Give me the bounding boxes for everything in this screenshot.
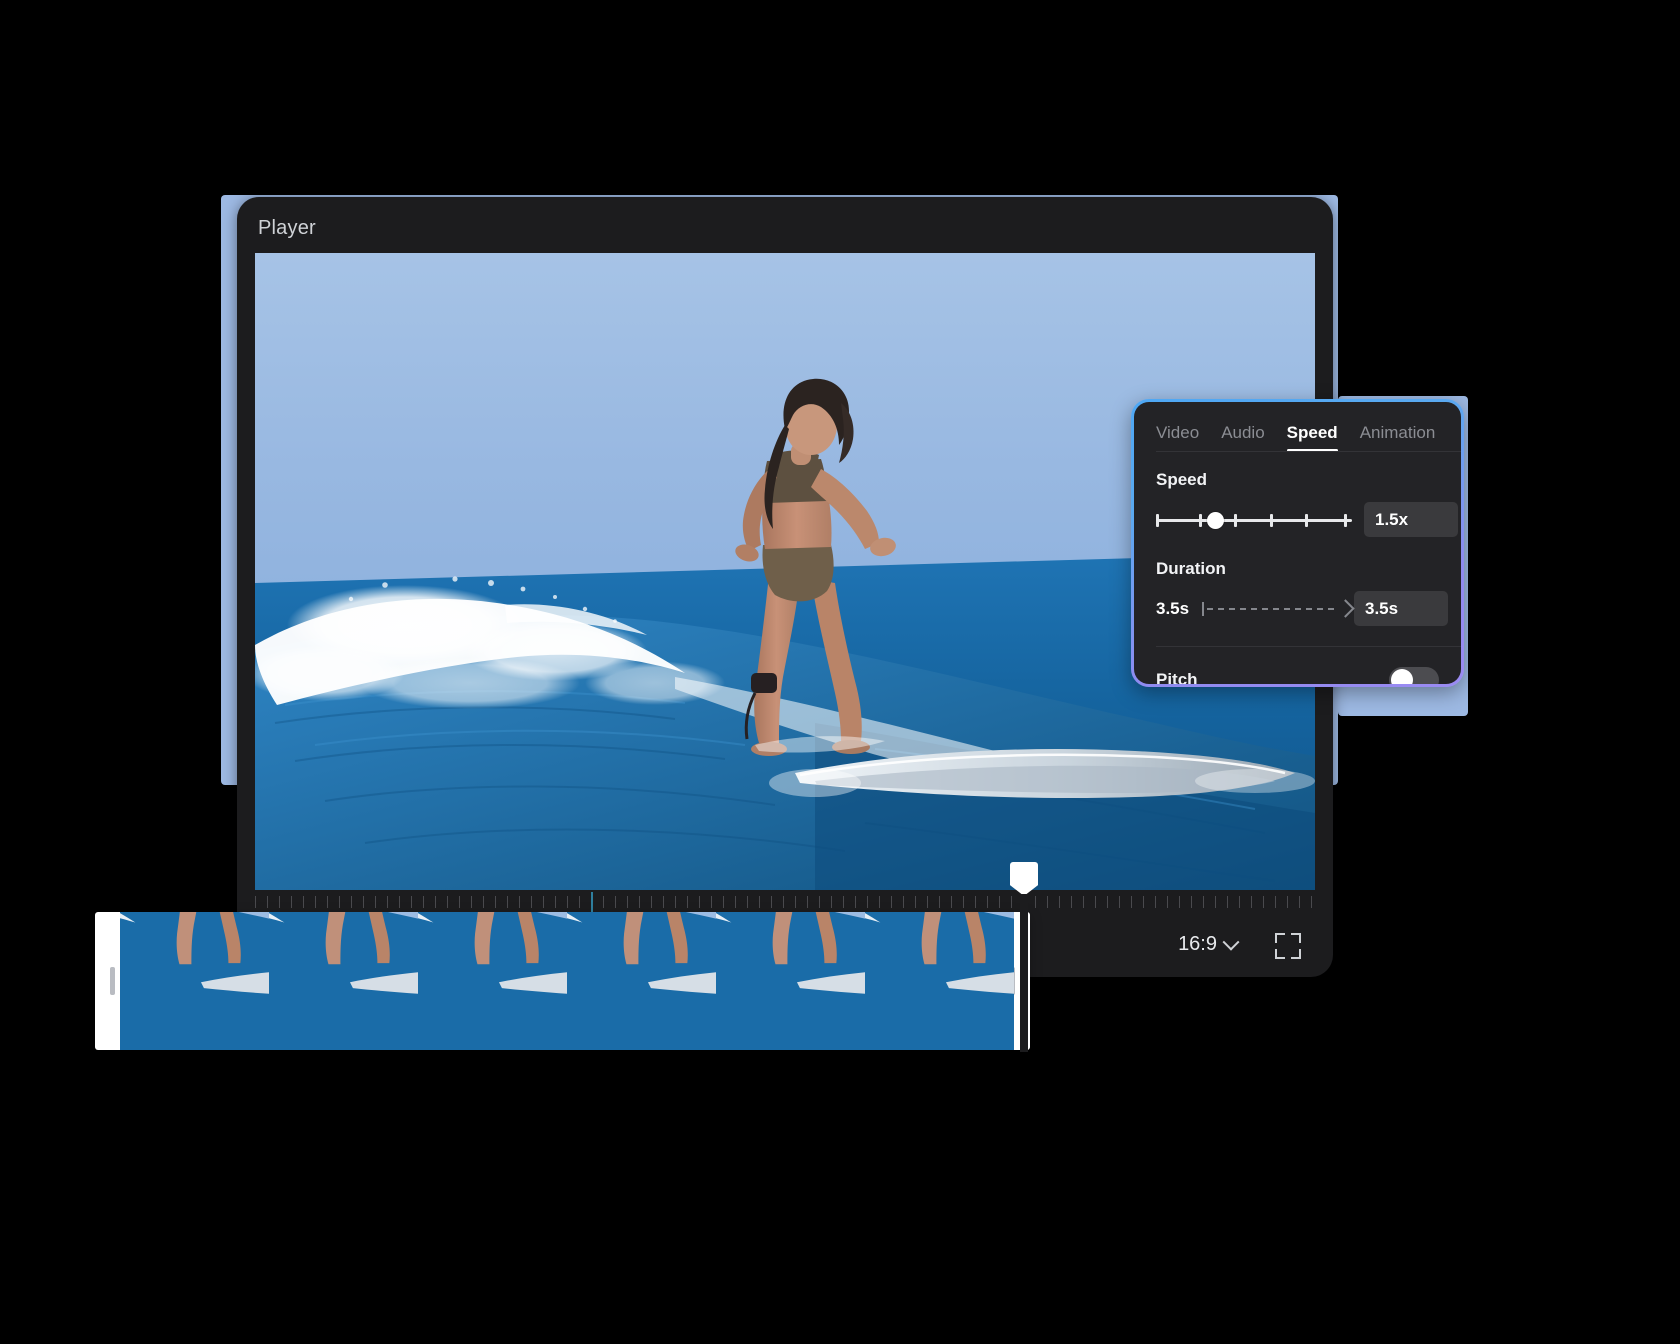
list-item[interactable] bbox=[865, 912, 1014, 1050]
duration-value-field[interactable]: 3.5s bbox=[1354, 591, 1448, 626]
speed-settings-panel: Video Audio Speed Animation Speed 1.5x D… bbox=[1131, 399, 1464, 687]
fullscreen-corner-tl bbox=[1275, 933, 1285, 943]
pitch-toggle[interactable] bbox=[1389, 667, 1439, 684]
playhead-head[interactable] bbox=[1010, 862, 1038, 896]
duration-control-row: 3.5s 3.5s bbox=[1134, 591, 1461, 626]
pitch-control-row: Pitch bbox=[1134, 667, 1461, 684]
chevron-down-icon bbox=[1222, 933, 1240, 951]
tab-audio[interactable]: Audio bbox=[1221, 423, 1264, 452]
list-item[interactable] bbox=[418, 912, 567, 1050]
screenshot-root: Player 16:9 Video Audio Speed Animation … bbox=[0, 0, 1680, 1344]
speed-section-label: Speed bbox=[1156, 470, 1208, 489]
fullscreen-corner-br bbox=[1291, 949, 1301, 959]
duration-section-label: Duration bbox=[1156, 559, 1226, 578]
list-item[interactable] bbox=[269, 912, 418, 1050]
list-item[interactable] bbox=[716, 912, 865, 1050]
ruler-ticks bbox=[255, 896, 1315, 908]
duration-arrow-icon bbox=[1202, 598, 1355, 618]
speed-panel-inner: Video Audio Speed Animation Speed 1.5x D… bbox=[1134, 402, 1461, 684]
tab-video[interactable]: Video bbox=[1156, 423, 1199, 452]
fullscreen-corner-bl bbox=[1275, 949, 1285, 959]
filmstrip-thumbnails bbox=[120, 912, 1015, 1050]
duration-start-value: 3.5s bbox=[1156, 598, 1190, 618]
pitch-label: Pitch bbox=[1156, 670, 1198, 684]
speed-slider-knob[interactable] bbox=[1206, 511, 1224, 529]
speed-control-row: 1.5x bbox=[1134, 502, 1461, 537]
timeline-ruler[interactable] bbox=[255, 890, 1315, 914]
list-item[interactable] bbox=[120, 912, 269, 1050]
tab-animation[interactable]: Animation bbox=[1360, 423, 1436, 452]
page-title: Player bbox=[258, 217, 316, 239]
ruler-playhead[interactable] bbox=[591, 892, 593, 912]
list-item[interactable] bbox=[567, 912, 716, 1050]
speed-slider[interactable] bbox=[1156, 509, 1352, 531]
tab-speed[interactable]: Speed bbox=[1286, 423, 1338, 452]
filmstrip-clip-card[interactable] bbox=[95, 912, 1030, 1050]
speed-slider-ticks bbox=[1156, 513, 1352, 527]
playhead-stem bbox=[1020, 894, 1028, 1052]
aspect-ratio-selector[interactable]: 16:9 bbox=[1178, 933, 1240, 956]
fullscreen-icon[interactable] bbox=[1275, 933, 1301, 959]
speed-value-field[interactable]: 1.5x bbox=[1364, 502, 1458, 537]
timeline-playhead-marker[interactable] bbox=[1010, 862, 1038, 1052]
panel-tab-bar: Video Audio Speed Animation bbox=[1134, 402, 1461, 452]
trim-handle-left[interactable] bbox=[110, 967, 115, 995]
fullscreen-corner-tr bbox=[1291, 933, 1301, 943]
panel-divider bbox=[1156, 646, 1461, 647]
pitch-toggle-knob bbox=[1391, 669, 1413, 684]
aspect-ratio-value: 16:9 bbox=[1178, 933, 1217, 955]
panel-body: Speed 1.5x Duration 3.5s 3.5s Pitch bbox=[1134, 452, 1461, 684]
